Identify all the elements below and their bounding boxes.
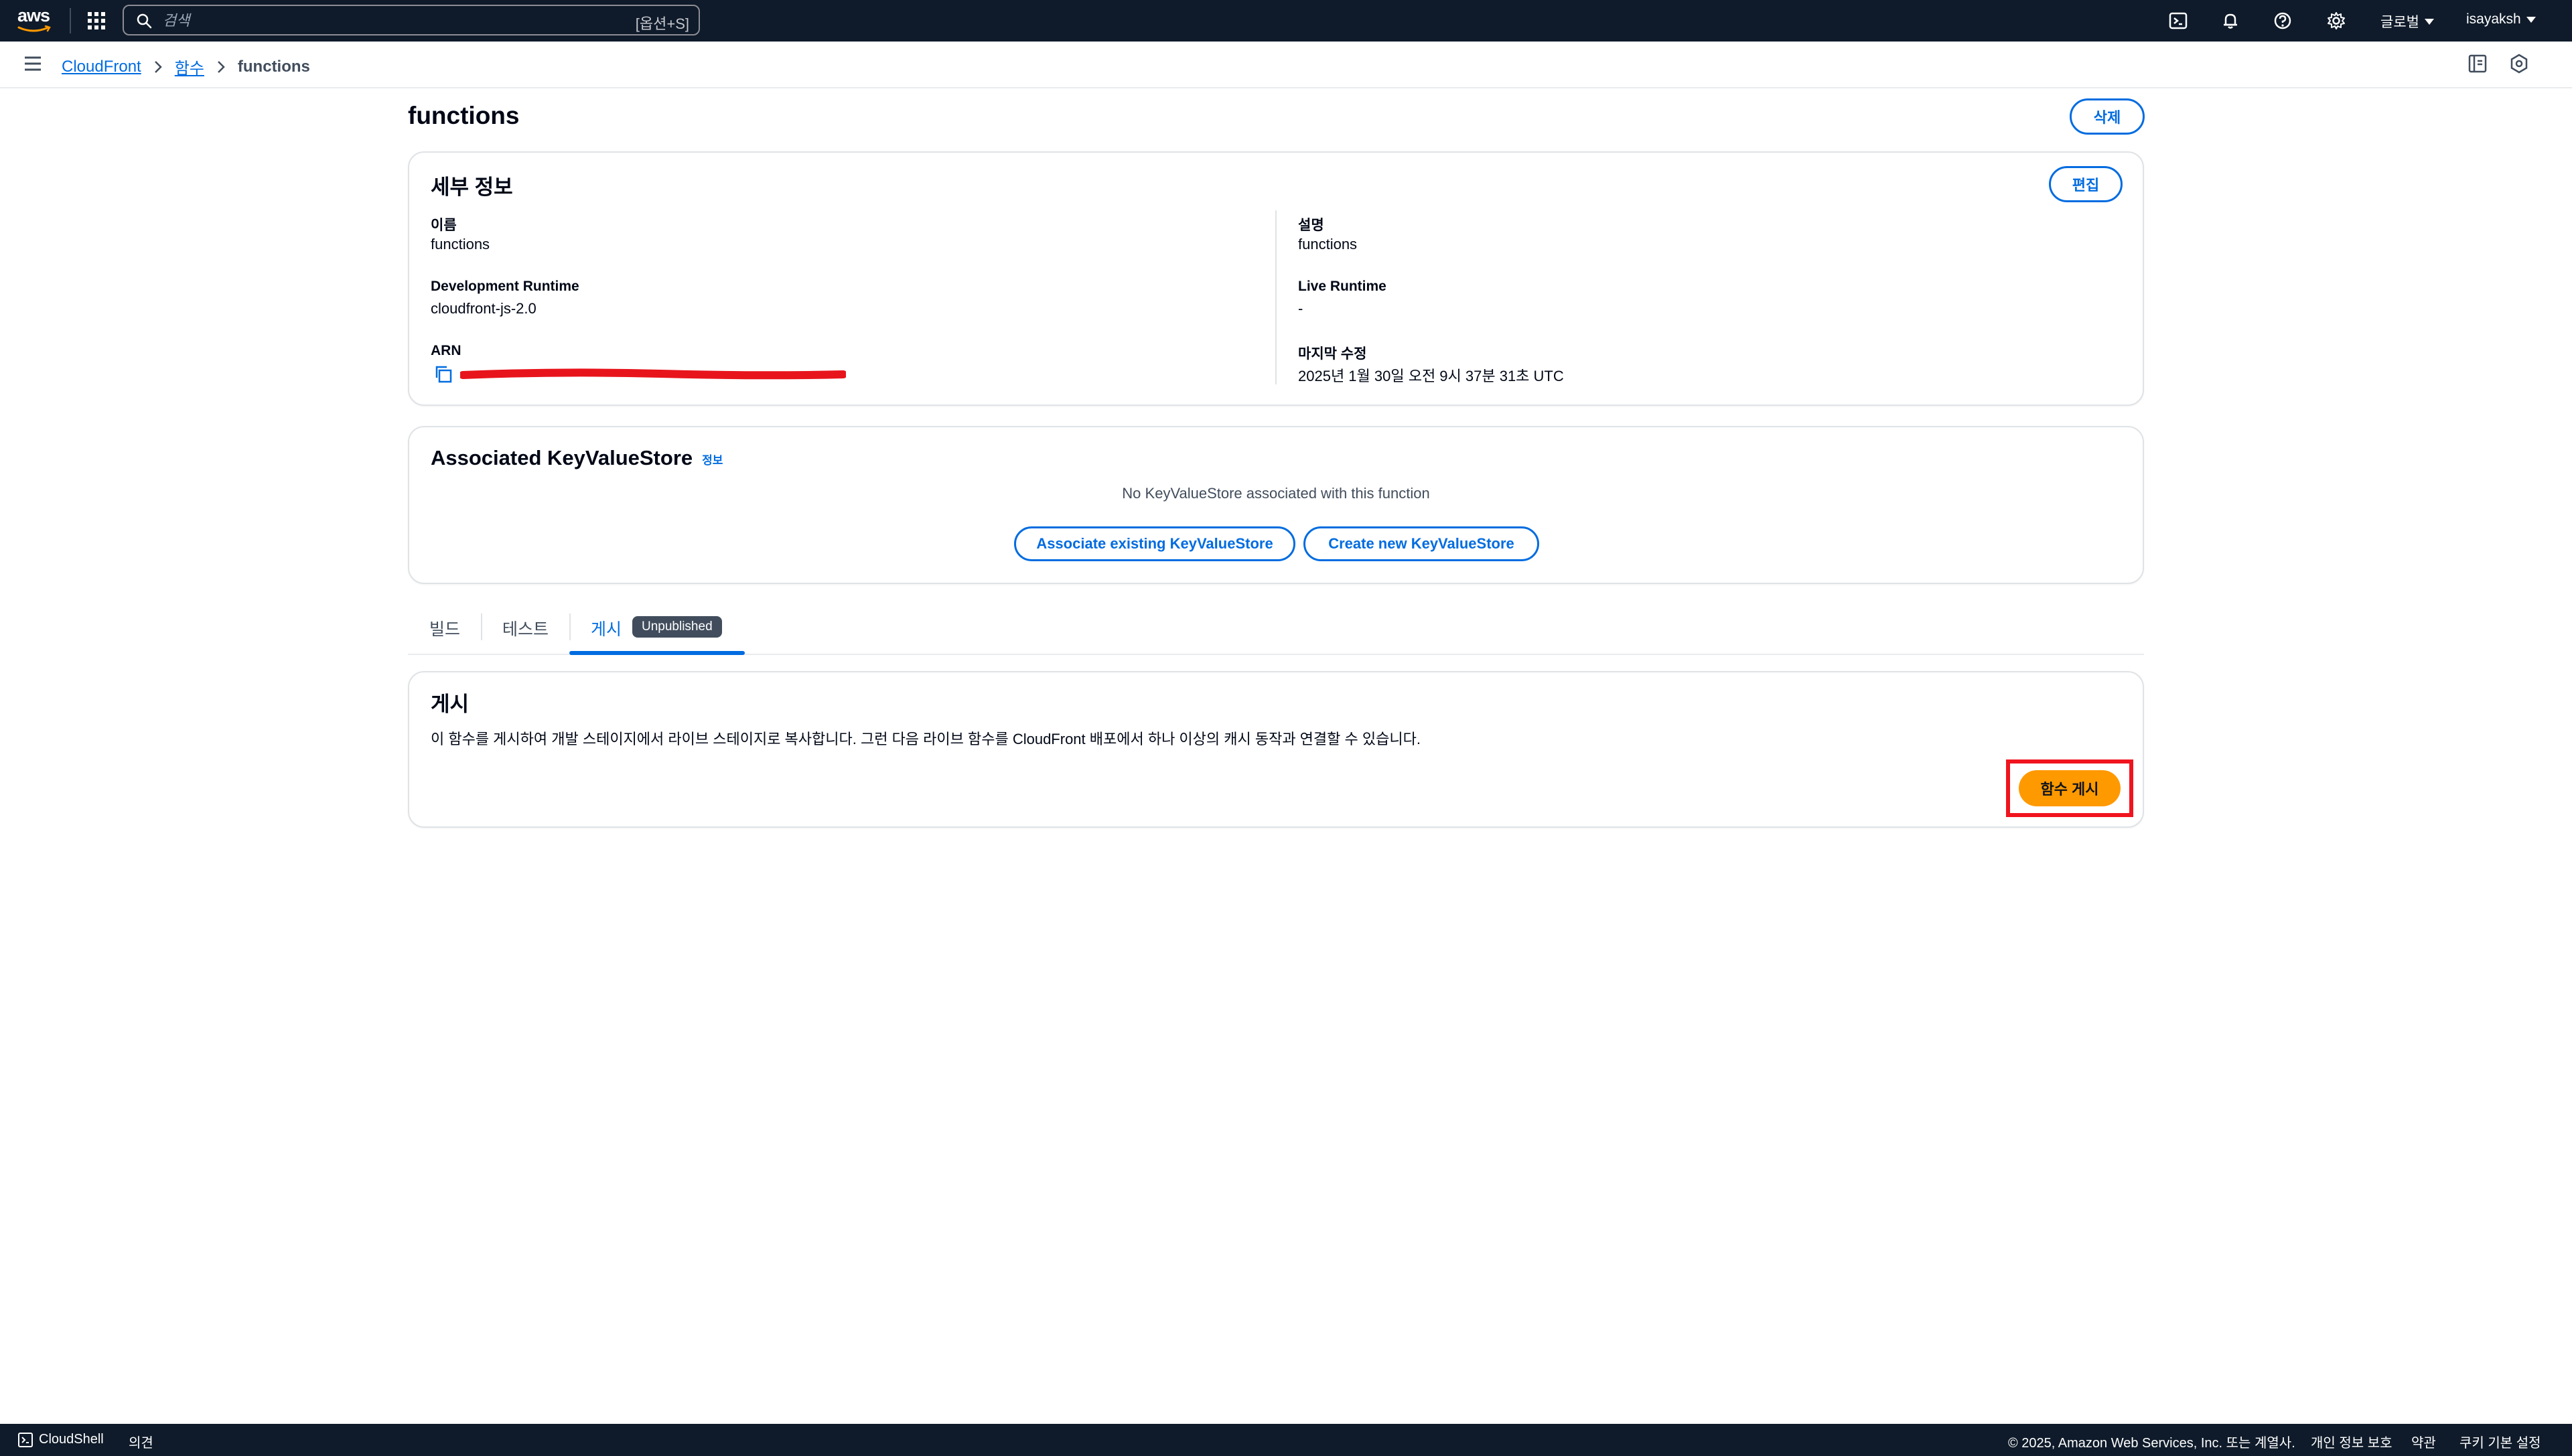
- active-tab-indicator: [569, 651, 745, 655]
- kvs-title-row: Associated KeyValueStore 정보: [431, 446, 723, 470]
- publish-description: 이 함수를 게시하여 개발 스테이지에서 라이브 스테이지로 복사합니다. 그런…: [431, 731, 1421, 747]
- column-divider: [1275, 210, 1277, 384]
- footer-cloudshell[interactable]: CloudShell: [39, 1432, 104, 1447]
- caret-down-icon: [2424, 18, 2434, 25]
- details-title: 세부 정보: [431, 175, 513, 199]
- description-label: 설명: [1298, 218, 1324, 233]
- footer-feedback[interactable]: 의견: [129, 1432, 153, 1451]
- caret-down-icon: [2526, 16, 2536, 23]
- footer-privacy[interactable]: 개인 정보 보호: [2311, 1432, 2392, 1451]
- breadcrumb: CloudFront 함수 functions: [62, 55, 310, 78]
- page-title: functions: [408, 102, 520, 129]
- chevron-right-icon: [154, 60, 162, 73]
- kvs-info-link[interactable]: 정보: [702, 454, 723, 467]
- footer-copyright: © 2025, Amazon Web Services, Inc. 또는 계열사…: [2008, 1436, 2295, 1451]
- associate-kvs-button[interactable]: Associate existing KeyValueStore: [1014, 526, 1295, 561]
- last-modified-label: 마지막 수정: [1298, 346, 1367, 362]
- arn-redaction: [460, 368, 846, 380]
- copy-icon[interactable]: [433, 364, 453, 384]
- kvs-title: Associated KeyValueStore: [431, 446, 693, 469]
- region-selector[interactable]: 글로벌: [2380, 11, 2434, 31]
- cloudshell-icon[interactable]: [2167, 10, 2189, 31]
- gear-icon[interactable]: [2326, 10, 2347, 31]
- info-panel-icon[interactable]: [2466, 52, 2489, 75]
- bell-icon[interactable]: [2220, 10, 2241, 31]
- menu-icon[interactable]: [23, 55, 43, 72]
- breadcrumb-cloudfront[interactable]: CloudFront: [62, 58, 141, 76]
- publish-function-button[interactable]: 함수 게시: [2019, 770, 2121, 806]
- footer: CloudShell 의견 © 2025, Amazon Web Service…: [0, 1424, 2572, 1456]
- live-runtime-value: -: [1298, 300, 1303, 317]
- kvs-empty-text: No KeyValueStore associated with this fu…: [1122, 485, 1430, 502]
- dev-runtime-value: cloudfront-js-2.0: [431, 300, 537, 317]
- search-box[interactable]: [옵션+S]: [123, 5, 700, 35]
- region-label: 글로벌: [2380, 15, 2419, 30]
- search-input[interactable]: [161, 10, 606, 31]
- status-badge: Unpublished: [632, 616, 722, 638]
- details-card: 세부 정보 편집 이름 functions Development Runtim…: [408, 151, 2144, 406]
- dev-runtime-label: Development Runtime: [431, 279, 579, 294]
- footer-terms[interactable]: 약관: [2411, 1432, 2436, 1451]
- tab-divider: [481, 613, 482, 640]
- tab-divider: [569, 613, 571, 640]
- settings-hex-icon[interactable]: [2508, 52, 2530, 75]
- publish-title: 게시: [431, 693, 470, 716]
- delete-button[interactable]: 삭제: [2070, 98, 2145, 135]
- breadcrumb-current: functions: [237, 57, 310, 76]
- help-icon[interactable]: [2272, 10, 2293, 31]
- last-modified-value: 2025년 1월 30일 오전 9시 37분 31초 UTC: [1298, 368, 1564, 384]
- search-shortcut: [옵션+S]: [635, 15, 689, 32]
- nav-separator: [70, 8, 71, 33]
- live-runtime-label: Live Runtime: [1298, 279, 1386, 294]
- edit-button[interactable]: 편집: [2049, 166, 2123, 202]
- aws-logo-text: aws: [17, 5, 50, 25]
- description-value: functions: [1298, 236, 1358, 252]
- aws-smile-icon: [17, 25, 51, 32]
- cloudshell-icon[interactable]: [17, 1432, 33, 1448]
- breadcrumb-bar: CloudFront 함수 functions: [0, 42, 2572, 88]
- user-name: isayaksh: [2466, 11, 2521, 27]
- tab-publish[interactable]: 게시: [591, 616, 622, 640]
- kvs-card: Associated KeyValueStore 정보 No KeyValueSt…: [408, 426, 2144, 584]
- user-menu[interactable]: isayaksh: [2466, 11, 2536, 27]
- chevron-right-icon: [218, 60, 225, 73]
- tab-test[interactable]: 테스트: [502, 616, 549, 640]
- apps-grid-icon[interactable]: [86, 10, 107, 31]
- create-kvs-button[interactable]: Create new KeyValueStore: [1303, 526, 1539, 561]
- publish-card: 게시 이 함수를 게시하여 개발 스테이지에서 라이브 스테이지로 복사합니다.…: [408, 671, 2144, 828]
- tabs: 빌드 테스트 게시 Unpublished: [408, 603, 2144, 655]
- aws-logo[interactable]: aws: [17, 5, 58, 35]
- tab-build[interactable]: 빌드: [429, 616, 460, 640]
- name-label: 이름: [431, 218, 457, 233]
- search-icon: [137, 13, 152, 29]
- arn-label: ARN: [431, 343, 461, 358]
- top-navigation: aws [옵션+S]: [0, 0, 2572, 42]
- name-value: functions: [431, 236, 490, 252]
- footer-cookies[interactable]: 쿠키 기본 설정: [2459, 1432, 2541, 1451]
- breadcrumb-functions-list[interactable]: 함수: [175, 55, 204, 78]
